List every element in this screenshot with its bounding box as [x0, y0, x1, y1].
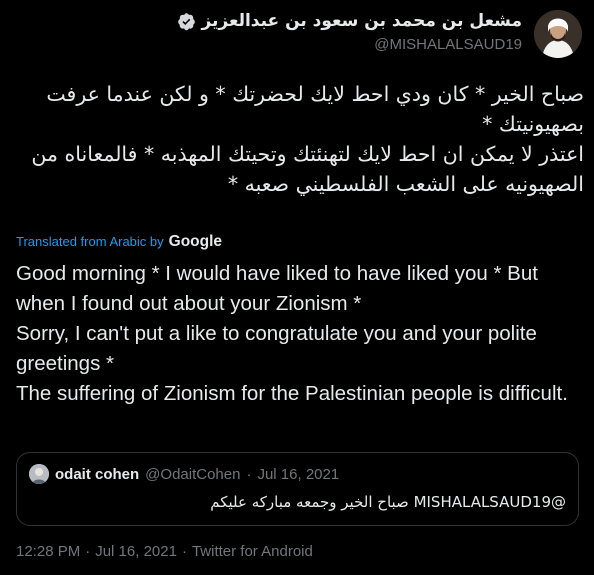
tweet-header: مشعل بن محمد بن سعود بن عبدالعزيز @MISHA…: [0, 0, 594, 70]
author-handle[interactable]: @MISHALALSAUD19: [374, 36, 522, 53]
meta-separator: ·: [85, 543, 91, 560]
author-name-row[interactable]: مشعل بن محمد بن سعود بن عبدالعزيز: [177, 11, 522, 31]
google-logo: Google: [168, 233, 223, 250]
quoted-tweet-text: @MISHALALSAUD19 صباح الخير وجمعه مباركه …: [210, 493, 566, 511]
tweet-original-text: صباح الخير * كان ودي احط لايك لحضرتك * و…: [31, 82, 584, 196]
quoted-date[interactable]: Jul 16, 2021: [257, 466, 339, 483]
quoted-tweet-card[interactable]: odait cohen @OdaitCohen · Jul 16, 2021 @…: [16, 452, 579, 526]
tweet-translated-text: Good morning * I would have liked to hav…: [16, 262, 568, 405]
quoted-tweet-header: odait cohen @OdaitCohen · Jul 16, 2021: [29, 464, 339, 484]
meta-separator: ·: [181, 543, 187, 560]
quoted-author-handle[interactable]: @OdaitCohen: [145, 466, 240, 483]
quoted-separator: ·: [246, 465, 252, 483]
translation-attribution: Translated from Arabic by Google: [16, 233, 222, 251]
profile-avatar-icon: [534, 10, 582, 58]
tweet-time[interactable]: 12:28 PM: [16, 543, 80, 560]
quoted-author-name[interactable]: odait cohen: [55, 466, 139, 483]
verified-badge-icon: [178, 12, 196, 30]
tweet-meta: 12:28 PM · Jul 16, 2021 · Twitter for An…: [16, 543, 313, 560]
quoted-avatar-icon: [29, 464, 49, 484]
author-avatar[interactable]: [534, 10, 582, 58]
author-display-name[interactable]: مشعل بن محمد بن سعود بن عبدالعزيز: [201, 11, 522, 31]
tweet-date[interactable]: Jul 16, 2021: [95, 543, 177, 560]
translated-from-label[interactable]: Translated from Arabic by: [16, 234, 164, 249]
quoted-avatar[interactable]: [29, 464, 49, 484]
tweet-source[interactable]: Twitter for Android: [192, 543, 313, 560]
